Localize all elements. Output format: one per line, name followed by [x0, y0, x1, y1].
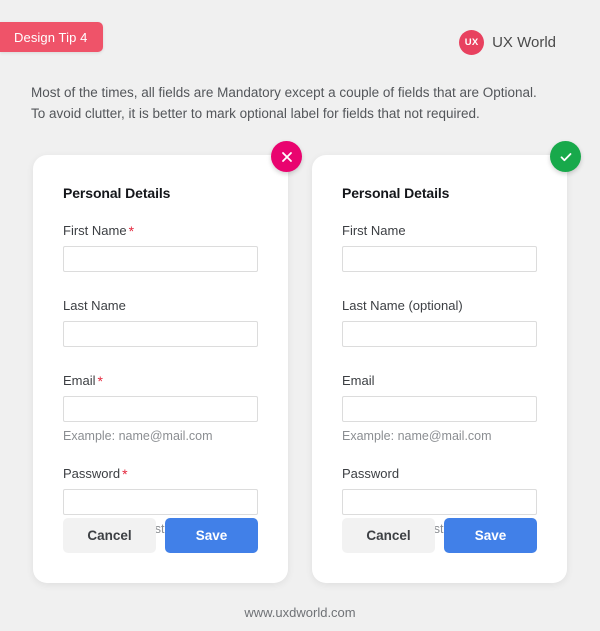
field-label: Email *	[63, 373, 258, 389]
check-icon	[550, 141, 581, 172]
field-label: Last Name (optional)	[342, 298, 537, 314]
email-hint: Example: name@mail.com	[342, 429, 492, 443]
field-label-text: Password	[63, 466, 121, 481]
card-title: Personal Details	[63, 185, 171, 201]
card-actions: Cancel Save	[342, 518, 537, 553]
cancel-button[interactable]: Cancel	[342, 518, 435, 553]
card-bad-example: Personal Details First Name * Last Name E…	[33, 141, 302, 583]
card-good-example: Personal Details First Name Last Name (o…	[312, 141, 581, 583]
field-last-name: Last Name	[63, 298, 258, 347]
field-label: Last Name	[63, 298, 258, 314]
ux-circle-icon: UX	[459, 30, 485, 55]
brand-logo: UX UX World	[459, 30, 556, 55]
footer-url: www.uxdworld.com	[244, 605, 356, 620]
field-label-text: Last Name	[63, 298, 126, 313]
last-name-input[interactable]	[342, 321, 537, 347]
first-name-input[interactable]	[342, 246, 537, 272]
email-hint: Example: name@mail.com	[63, 429, 213, 443]
field-label-text: Last Name (optional)	[342, 298, 463, 313]
field-label: First Name *	[63, 223, 258, 239]
field-email: Email * Example: name@mail.com	[63, 373, 258, 444]
password-input[interactable]	[342, 489, 537, 515]
cancel-button[interactable]: Cancel	[63, 518, 156, 553]
intro-line-1: Most of the times, all fields are Mandat…	[31, 85, 537, 100]
email-input[interactable]	[63, 396, 258, 422]
field-email: Email Example: name@mail.com	[342, 373, 537, 444]
field-label: Email	[342, 373, 537, 389]
field-label-text: First Name	[63, 223, 127, 238]
field-last-name: Last Name (optional)	[342, 298, 537, 347]
last-name-input[interactable]	[63, 321, 258, 347]
field-first-name: First Name	[342, 223, 537, 272]
field-label: First Name	[342, 223, 537, 239]
field-label: Password *	[63, 466, 258, 482]
required-asterisk: *	[122, 466, 128, 482]
field-label-text: Email	[342, 373, 375, 388]
save-button[interactable]: Save	[444, 518, 537, 553]
required-asterisk: *	[97, 373, 103, 389]
field-label-text: First Name	[342, 223, 406, 238]
card-actions: Cancel Save	[63, 518, 258, 553]
save-button[interactable]: Save	[165, 518, 258, 553]
required-asterisk: *	[128, 223, 135, 239]
first-name-input[interactable]	[63, 246, 258, 272]
intro-line-2: To avoid clutter, it is better to mark o…	[31, 106, 480, 121]
intro-paragraph: Most of the times, all fields are Mandat…	[31, 82, 571, 124]
field-label-text: Email	[63, 373, 96, 388]
email-input[interactable]	[342, 396, 537, 422]
field-label-text: Password	[342, 466, 400, 481]
card-title: Personal Details	[342, 185, 450, 201]
password-input[interactable]	[63, 489, 258, 515]
field-first-name: First Name *	[63, 223, 258, 272]
design-tip-badge: Design Tip 4	[0, 22, 104, 52]
close-icon	[271, 141, 302, 172]
field-label: Password	[342, 466, 537, 482]
brand-name: UX World	[492, 34, 556, 51]
